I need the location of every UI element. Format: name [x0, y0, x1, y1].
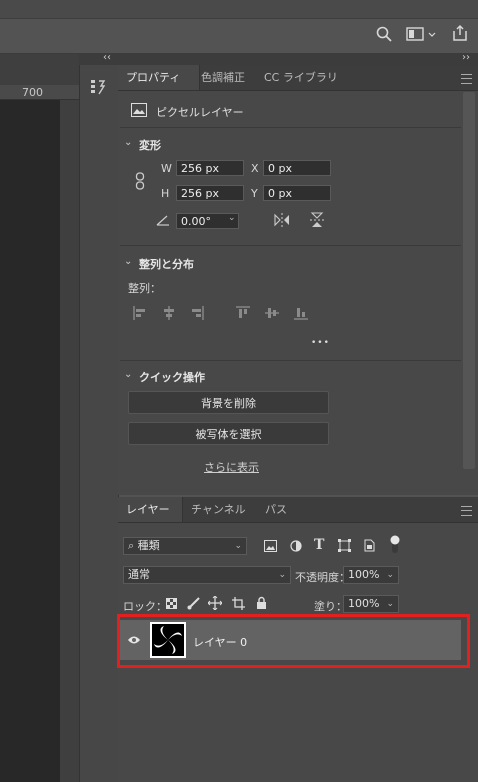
align-center-v-icon[interactable]: [265, 306, 279, 323]
opacity-field[interactable]: 100% ⌄: [343, 566, 399, 584]
properties-scrollbar[interactable]: [463, 92, 475, 469]
angle-dropdown-icon[interactable]: ⌄: [228, 213, 236, 223]
lock-label: ロック：: [123, 600, 167, 613]
chevron-down-icon: ⌄: [278, 570, 286, 580]
tab-properties[interactable]: プロパティ: [118, 65, 200, 90]
quick-actions-title: クイック操作: [139, 371, 205, 384]
quick-chevron-icon[interactable]: ⌄: [124, 369, 132, 380]
fill-field[interactable]: 100% ⌄: [343, 595, 399, 613]
filter-smartobject-icon[interactable]: [364, 539, 375, 555]
tab-layers[interactable]: レイヤー: [118, 497, 183, 522]
more-options-icon[interactable]: •••: [311, 338, 330, 348]
filter-kind-label: 種類: [137, 539, 160, 552]
align-center-h-icon[interactable]: [162, 306, 176, 323]
layers-menu-icon[interactable]: [461, 506, 472, 516]
opacity-label: 不透明度：: [295, 571, 350, 584]
lock-artboard-icon[interactable]: [232, 597, 245, 613]
lock-all-icon[interactable]: [256, 596, 267, 612]
align-bottom-icon[interactable]: [294, 306, 308, 323]
ruler-label: 700: [22, 86, 43, 99]
align-left-icon[interactable]: [133, 306, 147, 323]
transform-chevron-icon[interactable]: ⌄: [124, 137, 132, 148]
filter-pixel-icon[interactable]: [264, 540, 277, 555]
chevron-down-icon: ⌄: [234, 541, 242, 551]
menu-strip: [0, 0, 478, 19]
filter-toggle[interactable]: [390, 535, 400, 558]
layers-tabbar: レイヤー チャンネル パス: [118, 497, 478, 523]
filter-kind-select[interactable]: ⌕ 種類 ⌄: [123, 537, 247, 555]
opacity-value: 100%: [348, 568, 380, 581]
x-label: X: [251, 162, 259, 175]
chevron-down-icon: ⌄: [386, 570, 394, 580]
filter-type-icon[interactable]: T: [314, 537, 324, 553]
history-icon[interactable]: [90, 78, 106, 99]
filter-adjustment-icon[interactable]: [290, 540, 302, 555]
transform-title: 変形: [139, 139, 161, 152]
properties-tabbar: プロパティ 色調補正 CC ライブラリ: [118, 65, 478, 91]
share-icon[interactable]: [451, 24, 469, 46]
align-top-icon[interactable]: [236, 306, 250, 323]
tab-cc-libraries[interactable]: CC ライブラリ: [256, 65, 346, 90]
select-subject-button[interactable]: 被写体を選択: [128, 422, 329, 445]
lock-transparent-icon[interactable]: [166, 598, 177, 612]
height-field[interactable]: 256 px: [176, 185, 244, 201]
pixel-layer-icon: [131, 103, 147, 120]
align-right-icon[interactable]: [190, 306, 204, 323]
selection-highlight: [117, 614, 470, 668]
tab-adjustments[interactable]: 色調補正: [193, 65, 253, 90]
collapse-left-icon[interactable]: ‹‹: [103, 52, 111, 63]
y-label: Y: [251, 187, 258, 200]
panel-collapse-bar: [79, 53, 478, 65]
tab-channels[interactable]: チャンネル: [183, 497, 254, 522]
blend-mode-select[interactable]: 通常 ⌄: [123, 566, 291, 584]
panel-menu-icon[interactable]: [461, 74, 472, 84]
width-field[interactable]: 256 px: [176, 160, 244, 176]
flip-horizontal-icon[interactable]: [274, 213, 290, 230]
remove-background-button[interactable]: 背景を削除: [128, 391, 329, 414]
lock-position-icon[interactable]: [207, 595, 223, 613]
fill-value: 100%: [348, 597, 380, 610]
align-chevron-icon[interactable]: ⌄: [124, 256, 132, 267]
lock-image-icon[interactable]: [187, 596, 201, 613]
align-label: 整列：: [128, 282, 161, 295]
w-label: W: [161, 162, 172, 175]
chevron-down-icon: ⌄: [386, 599, 394, 609]
icon-strip: [79, 65, 119, 782]
y-field[interactable]: 0 px: [263, 185, 331, 201]
document-canvas[interactable]: [0, 100, 60, 782]
search-icon: ⌕: [128, 539, 135, 552]
link-icon[interactable]: [135, 172, 145, 193]
blend-mode-label: 通常: [128, 568, 150, 581]
collapse-right-icon[interactable]: ››: [462, 52, 470, 63]
filter-shape-icon[interactable]: [338, 539, 351, 555]
flip-vertical-icon[interactable]: [310, 212, 324, 231]
show-more-link[interactable]: さらに表示: [204, 459, 259, 475]
workspace-icon[interactable]: [406, 27, 436, 45]
divider: [120, 360, 461, 361]
divider: [120, 127, 461, 128]
h-label: H: [161, 187, 170, 200]
x-field[interactable]: 0 px: [263, 160, 331, 176]
layer-type-label: ピクセルレイヤー: [156, 106, 244, 119]
divider: [120, 245, 461, 246]
angle-icon: [156, 214, 170, 229]
align-title: 整列と分布: [139, 258, 194, 271]
tab-paths[interactable]: パス: [257, 497, 295, 522]
search-icon[interactable]: [376, 26, 392, 46]
